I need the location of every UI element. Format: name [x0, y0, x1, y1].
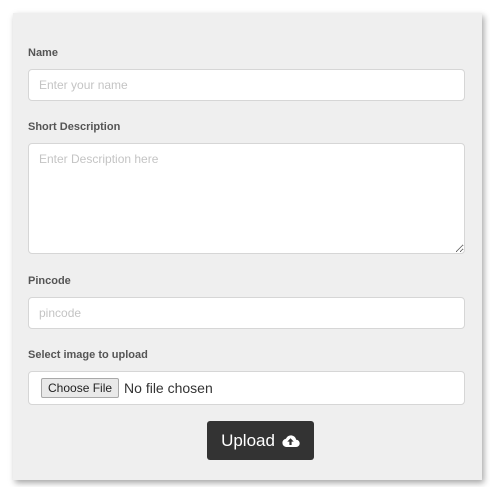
- cloud-upload-icon: [281, 434, 300, 448]
- image-upload-label: Select image to upload: [28, 349, 148, 361]
- pincode-input[interactable]: [28, 297, 465, 329]
- upload-button[interactable]: Upload: [207, 421, 314, 460]
- file-status-text: No file chosen: [124, 380, 213, 396]
- upload-button-label: Upload: [221, 430, 275, 450]
- upload-form-panel: Name Short Description Pincode Select im…: [13, 13, 482, 480]
- description-label: Short Description: [28, 121, 121, 133]
- name-input[interactable]: [28, 69, 465, 101]
- description-textarea[interactable]: [28, 143, 465, 254]
- name-label: Name: [28, 47, 58, 59]
- pincode-label: Pincode: [28, 275, 71, 287]
- file-input[interactable]: Choose File No file chosen: [28, 371, 465, 405]
- choose-file-button[interactable]: Choose File: [41, 378, 120, 398]
